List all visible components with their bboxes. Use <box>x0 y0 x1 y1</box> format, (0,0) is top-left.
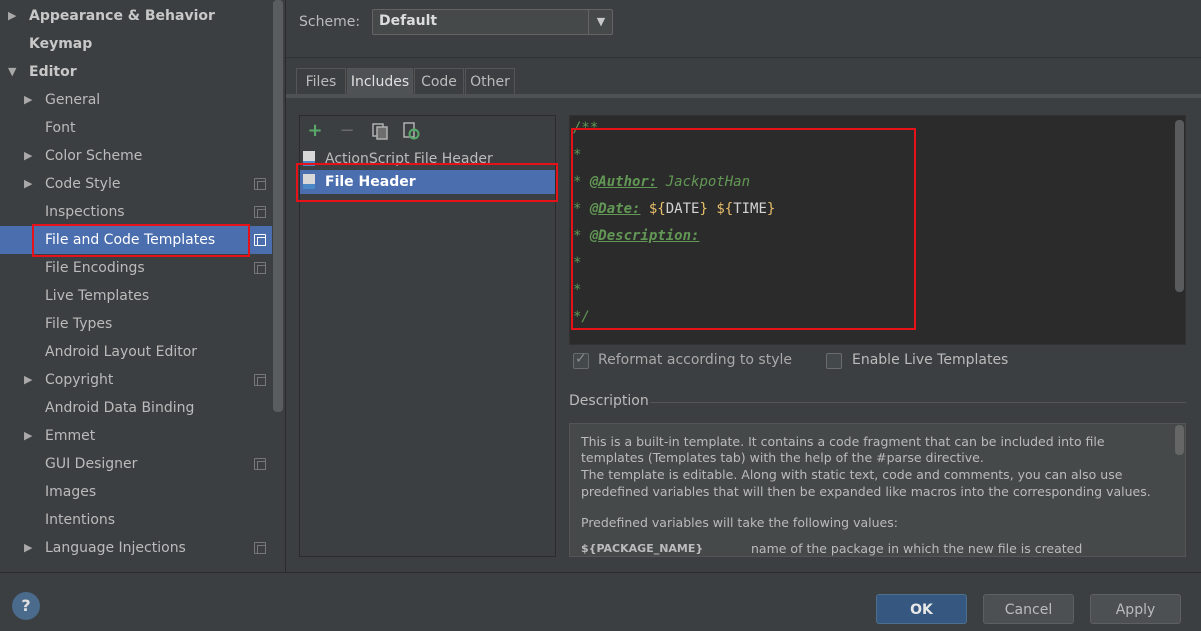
sidebar-item-gui-designer[interactable]: GUI Designer <box>0 450 272 478</box>
sidebar-item-copyright[interactable]: ▶ Copyright <box>0 366 272 394</box>
live-templates-label: Enable Live Templates <box>852 352 1009 368</box>
sidebar-item-appearance-behavior[interactable]: ▶ Appearance & Behavior <box>0 2 272 30</box>
help-icon[interactable]: ? <box>12 592 40 620</box>
tab-includes[interactable]: Includes <box>347 68 413 94</box>
variable-name: ${PACKAGE_NAME} <box>581 542 704 555</box>
sidebar-item-label: Android Layout Editor <box>45 344 198 360</box>
sidebar-item-label: Keymap <box>29 36 93 52</box>
tab-underline <box>286 94 1201 98</box>
sidebar-item-file-types[interactable]: File Types <box>0 310 272 338</box>
scheme-select[interactable]: Default ▼ <box>372 9 613 35</box>
template-toolbar: + − <box>300 116 555 146</box>
chevron-right-icon[interactable]: ▶ <box>24 422 32 450</box>
remove-icon[interactable]: − <box>338 122 356 140</box>
sidebar-item-color-scheme[interactable]: ▶ Color Scheme <box>0 142 272 170</box>
description-line: templates (Templates tab) with the help … <box>581 450 984 465</box>
sidebar-item-code-style[interactable]: ▶ Code Style <box>0 170 272 198</box>
project-scope-icon <box>254 206 266 218</box>
highlight-box-list <box>296 163 558 202</box>
description-line: predefined variables that will then be e… <box>581 484 1151 499</box>
chevron-right-icon[interactable]: ▶ <box>24 366 32 394</box>
chevron-down-icon[interactable]: ▼ <box>588 10 613 34</box>
project-scope-icon <box>254 178 266 190</box>
sidebar-item-label: Android Data Binding <box>45 400 195 416</box>
apply-button[interactable]: Apply <box>1090 594 1181 624</box>
sidebar-item-label: Inspections <box>45 204 125 220</box>
sidebar-item-label: Copyright <box>45 372 114 388</box>
sidebar-item-editor[interactable]: ▼ Editor <box>0 58 272 86</box>
sidebar-item-label: Font <box>45 120 76 136</box>
project-scope-icon <box>254 458 266 470</box>
divider <box>286 57 1201 58</box>
add-icon[interactable]: + <box>306 122 324 140</box>
tab-other[interactable]: Other <box>465 68 515 94</box>
tab-files[interactable]: Files <box>296 68 346 94</box>
chevron-right-icon[interactable]: ▶ <box>24 142 32 170</box>
sidebar-item-emmet[interactable]: ▶ Emmet <box>0 422 272 450</box>
scheme-label: Scheme: <box>299 14 361 30</box>
chevron-down-icon[interactable]: ▼ <box>8 58 16 86</box>
editor-scrollbar[interactable] <box>1175 120 1184 292</box>
description-line: Predefined variables will take the follo… <box>581 515 898 530</box>
sidebar-scrollbar[interactable] <box>273 0 283 412</box>
project-scope-icon <box>254 262 266 274</box>
chevron-right-icon[interactable]: ▶ <box>24 534 32 562</box>
settings-sidebar: ▶ Appearance & Behavior Keymap ▼ Editor ▶ Gene… <box>0 0 286 572</box>
sidebar-item-intentions[interactable]: Intentions <box>0 506 272 534</box>
project-scope-icon <box>254 374 266 386</box>
description-line: The template is editable. Along with sta… <box>581 467 1123 482</box>
variable-description: name of the package in which the new fil… <box>751 541 1083 556</box>
sidebar-item-label: Appearance & Behavior <box>29 8 215 24</box>
chevron-right-icon[interactable]: ▶ <box>8 2 16 30</box>
sidebar-item-label: Intentions <box>45 512 116 528</box>
highlight-box-sidebar <box>32 224 250 257</box>
sidebar-item-live-templates[interactable]: Live Templates <box>0 282 272 310</box>
sidebar-item-label: General <box>45 92 101 108</box>
copy-icon[interactable] <box>371 122 389 140</box>
sidebar-item-android-layout-editor[interactable]: Android Layout Editor <box>0 338 272 366</box>
sidebar-item-label: Code Style <box>45 176 121 192</box>
sidebar-item-label: Color Scheme <box>45 148 143 164</box>
reformat-label: Reformat according to style <box>598 352 792 368</box>
sidebar-item-label: Emmet <box>45 428 96 444</box>
scheme-value: Default <box>379 13 438 29</box>
project-scope-icon <box>254 542 266 554</box>
sidebar-item-font[interactable]: Font <box>0 114 272 142</box>
sidebar-item-label: Live Templates <box>45 288 150 304</box>
sidebar-item-android-data-binding[interactable]: Android Data Binding <box>0 394 272 422</box>
reformat-checkbox[interactable] <box>573 351 589 369</box>
chevron-right-icon[interactable]: ▶ <box>24 86 32 114</box>
tab-label: Other <box>470 74 510 90</box>
divider <box>650 402 1186 403</box>
tab-label: Includes <box>350 74 410 90</box>
sidebar-item-keymap[interactable]: Keymap <box>0 30 272 58</box>
sidebar-item-images[interactable]: Images <box>0 478 272 506</box>
live-templates-checkbox[interactable] <box>826 353 842 369</box>
sidebar-item-general[interactable]: ▶ General <box>0 86 272 114</box>
sidebar-item-label: Language Injections <box>45 540 186 556</box>
sidebar-item-label: File Encodings <box>45 260 145 276</box>
ok-button[interactable]: OK <box>876 594 967 624</box>
sidebar-item-label: Images <box>45 484 97 500</box>
project-scope-icon <box>254 234 266 246</box>
sidebar-item-inspections[interactable]: Inspections <box>0 198 272 226</box>
reset-icon[interactable] <box>402 122 420 140</box>
sidebar-item-language-injections[interactable]: ▶ Language Injections <box>0 534 272 562</box>
chevron-right-icon[interactable]: ▶ <box>24 170 32 198</box>
tab-code[interactable]: Code <box>414 68 464 94</box>
sidebar-item-file-encodings[interactable]: File Encodings <box>0 254 272 282</box>
sidebar-item-label: File Types <box>45 316 113 332</box>
tab-label: Code <box>421 74 457 90</box>
sidebar-item-label: GUI Designer <box>45 456 138 472</box>
description-title: Description <box>569 393 649 409</box>
description-line: This is a built-in template. It contains… <box>581 434 1105 449</box>
highlight-box-editor <box>571 128 916 330</box>
cancel-button[interactable]: Cancel <box>983 594 1074 624</box>
sidebar-item-label: Editor <box>29 64 77 80</box>
tab-label: Files <box>305 74 337 90</box>
description-scrollbar[interactable] <box>1175 425 1184 455</box>
